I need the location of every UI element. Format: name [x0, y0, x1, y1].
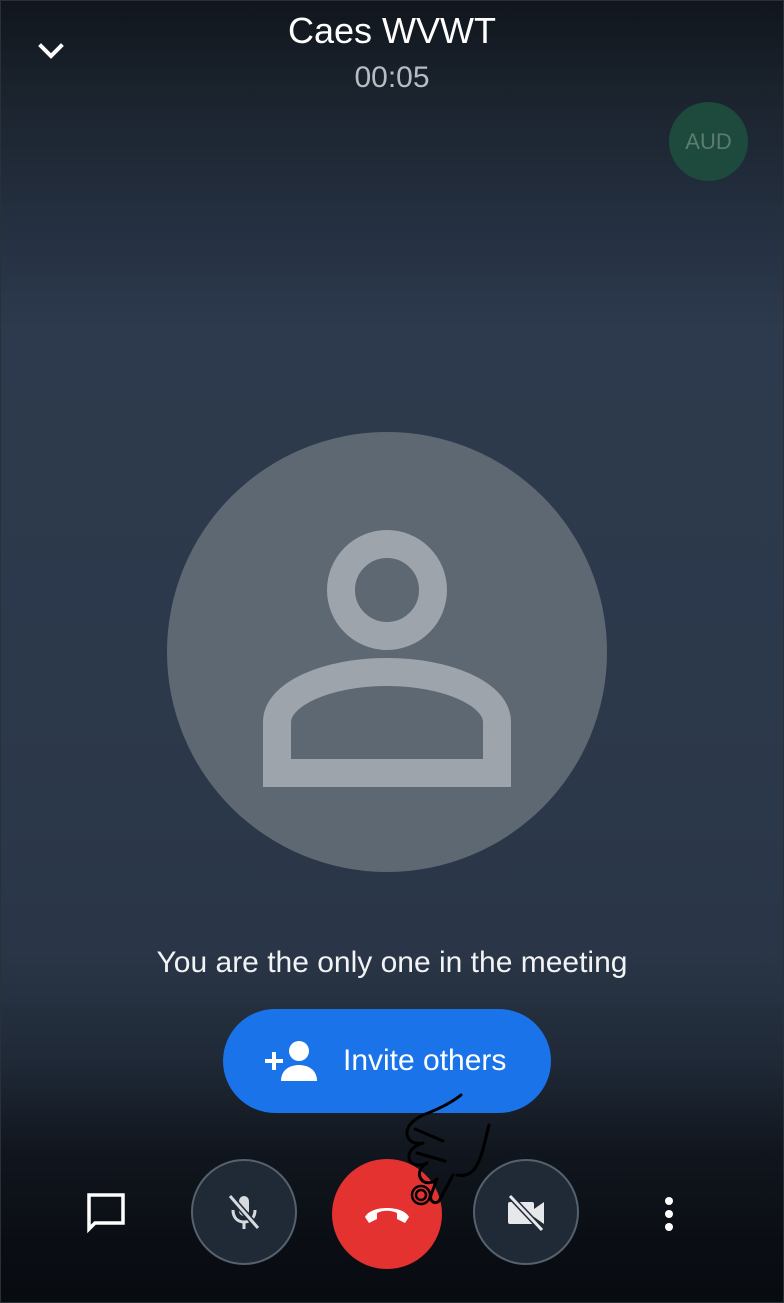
chat-button[interactable] [75, 1183, 135, 1243]
mic-toggle-button[interactable] [191, 1159, 297, 1265]
end-call-button[interactable] [332, 1159, 442, 1269]
only-one-message: You are the only one in the meeting [156, 946, 628, 979]
person-outline-icon [263, 530, 511, 787]
mic-off-icon [227, 1194, 261, 1230]
chat-icon [87, 1193, 125, 1234]
camera-toggle-button[interactable] [473, 1159, 579, 1265]
more-options-button[interactable] [649, 1189, 689, 1239]
participant-avatar[interactable]: AUD [669, 102, 748, 181]
invite-others-label: Invite others [343, 1044, 507, 1077]
self-avatar [167, 432, 607, 872]
meeting-title: Caes WVWT [287, 10, 496, 51]
call-end-icon [365, 1208, 409, 1223]
call-screen: Caes WVWT 00:05 AUD You are the only one… [0, 0, 784, 1303]
more-vert-icon [665, 1197, 673, 1231]
call-timer: 00:05 [354, 61, 430, 94]
videocam-off-icon [507, 1193, 545, 1233]
person-add-icon [265, 1041, 317, 1081]
participant-initials: AUD [685, 128, 732, 154]
invite-others-button[interactable]: Invite others [223, 1009, 551, 1113]
